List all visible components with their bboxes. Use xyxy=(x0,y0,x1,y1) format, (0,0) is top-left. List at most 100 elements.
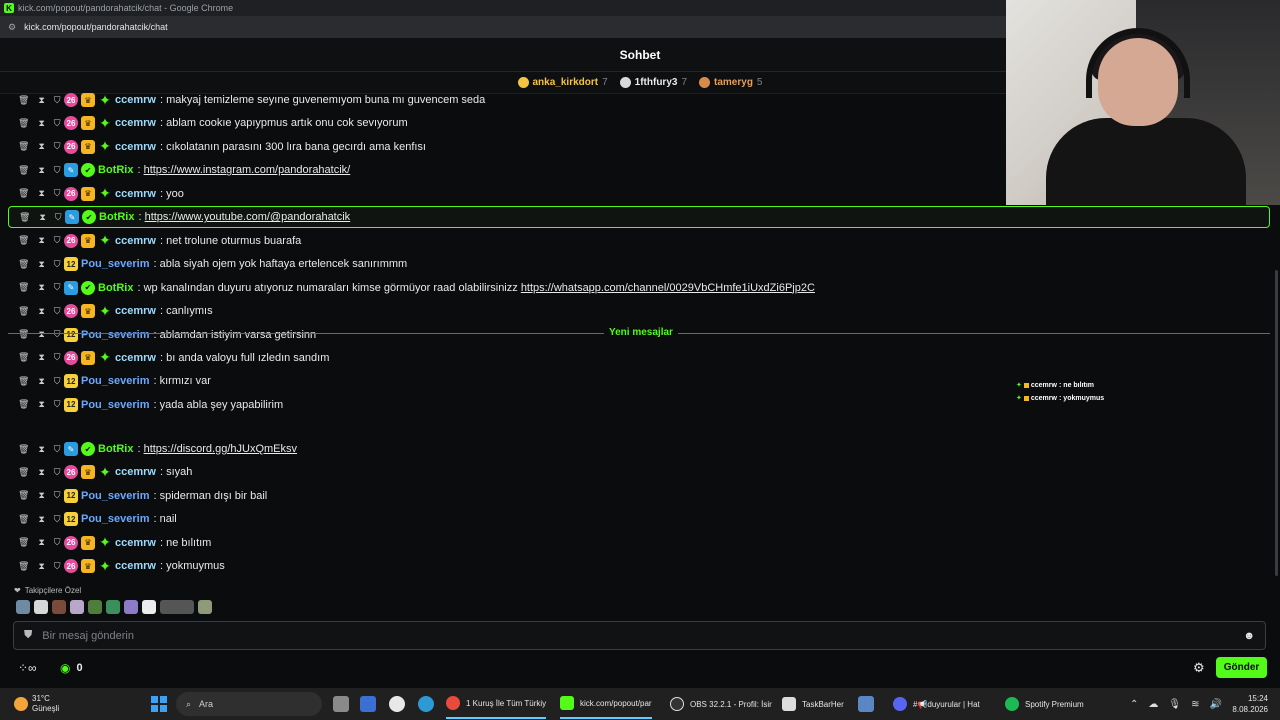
chat-message[interactable]: 🗑 ⧗ ⛉ 26 ♛ ✦ ccemrw: net trolune oturmus buara… xyxy=(8,230,301,252)
chat-message[interactable]: 🗑 ⧗ ⛉ 12 Pou_severim: nail xyxy=(8,508,177,530)
message-username[interactable]: BotRix xyxy=(98,443,133,455)
taskbar-app-taskbarhero[interactable]: TaskBarHer xyxy=(782,697,844,711)
chatgpt-icon[interactable] xyxy=(389,696,405,712)
timeout-icon[interactable]: ⧗ xyxy=(38,399,44,410)
ban-icon[interactable]: ⛉ xyxy=(54,490,61,501)
timeout-icon[interactable]: ⧗ xyxy=(39,212,45,223)
timeout-icon[interactable]: ⧗ xyxy=(38,329,44,340)
settings-gear-icon[interactable]: ⚙ xyxy=(1193,660,1205,676)
message-link[interactable]: https://www.instagram.com/pandorahatcik/ xyxy=(144,164,351,176)
delete-icon[interactable]: 🗑 xyxy=(18,306,29,317)
delete-icon[interactable]: 🗑 xyxy=(18,376,29,387)
ban-icon[interactable]: ⛉ xyxy=(54,537,61,548)
message-username[interactable]: ccemrw xyxy=(115,466,156,478)
delete-icon[interactable]: 🗑 xyxy=(18,165,29,176)
delete-icon[interactable]: 🗑 xyxy=(18,352,29,363)
cloud-icon[interactable]: ☁ xyxy=(1148,699,1158,710)
chat-message[interactable]: 🗑 ⧗ ⛉ ✎ ✔ BotRix: https://discord.gg/hJUxQmEk… xyxy=(8,438,297,460)
chat-message[interactable]: 🗑 ⧗ ⛉ 26 ♛ ✦ ccemrw: bı anda valoyu full ızled… xyxy=(8,347,329,369)
delete-icon[interactable]: 🗑 xyxy=(18,188,29,199)
ban-icon[interactable]: ⛉ xyxy=(54,259,61,270)
taskbar-app-discord[interactable]: #📢duyurular | Hat xyxy=(893,697,980,711)
chat-message[interactable]: 🗑 ⧗ ⛉ 12 Pou_severim: kırmızı var xyxy=(8,370,211,392)
timeout-icon[interactable]: ⧗ xyxy=(38,95,44,106)
chat-message[interactable]: 🗑 ⧗ ⛉ 12 Pou_severim: spiderman dışı bir bai… xyxy=(8,485,267,507)
message-username[interactable]: ccemrw xyxy=(115,352,156,364)
emote-icon[interactable] xyxy=(198,600,212,614)
timeout-icon[interactable]: ⧗ xyxy=(38,444,44,455)
message-username[interactable]: ccemrw xyxy=(115,94,156,106)
timeout-icon[interactable]: ⧗ xyxy=(38,490,44,501)
ban-icon[interactable]: ⛉ xyxy=(54,561,61,572)
delete-icon[interactable]: 🗑 xyxy=(18,561,29,572)
emote-icon[interactable] xyxy=(52,600,66,614)
ban-icon[interactable]: ⛉ xyxy=(54,467,61,478)
site-info-icon[interactable]: ⚙ xyxy=(8,22,16,33)
emote-icon[interactable] xyxy=(124,600,138,614)
taskbar-app-obs[interactable]: OBS 32.2.1 - Profil: İsir xyxy=(670,697,772,711)
message-username[interactable]: ccemrw xyxy=(115,188,156,200)
ban-icon[interactable]: ⛉ xyxy=(54,141,61,152)
wifi-icon[interactable]: ≋ xyxy=(1191,699,1199,710)
taskbar-search[interactable]: ⌕ Ara xyxy=(176,692,322,716)
ban-icon[interactable]: ⛉ xyxy=(54,352,61,363)
delete-icon[interactable]: 🗑 xyxy=(18,259,29,270)
emoji-picker-icon[interactable]: ☻ xyxy=(1243,630,1255,642)
gifter-3[interactable]: tameryg 5 xyxy=(699,77,762,88)
message-username[interactable]: ccemrw xyxy=(115,141,156,153)
message-username[interactable]: ccemrw xyxy=(115,117,156,129)
chat-message[interactable]: 🗑 ⧗ ⛉ 12 Pou_severim: ablamdan istiyim varsa… xyxy=(8,324,316,346)
message-link[interactable]: https://www.youtube.com/@pandorahatcik xyxy=(145,211,351,223)
infinity-icon[interactable]: ⁘∞ xyxy=(18,661,37,675)
chat-scrollbar[interactable] xyxy=(1275,270,1278,576)
delete-icon[interactable]: 🗑 xyxy=(18,514,29,525)
delete-icon[interactable]: 🗑 xyxy=(19,212,30,223)
message-username[interactable]: BotRix xyxy=(98,164,133,176)
message-username[interactable]: ccemrw xyxy=(115,537,156,549)
chat-message[interactable]: 🗑 ⧗ ⛉ 26 ♛ ✦ ccemrw: yokmuymus xyxy=(8,555,225,577)
timeout-icon[interactable]: ⧗ xyxy=(38,165,44,176)
taskbar-app-spotify[interactable]: Spotify Premium xyxy=(1005,697,1084,711)
emote-icon[interactable] xyxy=(106,600,120,614)
timeout-icon[interactable]: ⧗ xyxy=(38,561,44,572)
message-link[interactable]: https://discord.gg/hJUxQmEksv xyxy=(144,443,297,455)
chat-message[interactable]: 🗑 ⧗ ⛉ ✎ ✔ BotRix: wp kanalından duyuru atıyor… xyxy=(8,277,815,299)
taskbar-app-kick[interactable]: kick.com/popout/par xyxy=(560,689,652,719)
message-username[interactable]: Pou_severim xyxy=(81,490,149,502)
message-username[interactable]: ccemrw xyxy=(115,305,156,317)
delete-icon[interactable]: 🗑 xyxy=(18,444,29,455)
delete-icon[interactable]: 🗑 xyxy=(18,282,29,293)
chat-message[interactable]: 🗑 ⧗ ⛉ 26 ♛ ✦ ccemrw: yoo xyxy=(8,183,184,205)
channel-points[interactable]: ◉ 0 xyxy=(60,661,83,675)
ban-icon[interactable]: ⛉ xyxy=(54,95,61,106)
message-username[interactable]: Pou_severim xyxy=(81,375,149,387)
volume-icon[interactable]: 🔊 xyxy=(1209,699,1221,710)
ban-icon[interactable]: ⛉ xyxy=(54,329,61,340)
chat-message[interactable]: 🗑 ⧗ ⛉ 26 ♛ ✦ ccemrw: makyaj temizleme seyıne g… xyxy=(8,89,485,111)
edge-icon[interactable] xyxy=(418,696,434,712)
windows-start-icon[interactable] xyxy=(151,696,167,712)
chat-message[interactable]: 🗑 ⧗ ⛉ 26 ♛ ✦ ccemrw: cıkolatanın parasını 300 … xyxy=(8,136,426,158)
timeout-icon[interactable]: ⧗ xyxy=(38,188,44,199)
store-icon[interactable] xyxy=(360,696,376,712)
send-button[interactable]: Gönder xyxy=(1216,657,1267,678)
microphone-icon[interactable]: 🎙 xyxy=(1168,699,1181,710)
message-username[interactable]: BotRix xyxy=(98,282,133,294)
gifter-2[interactable]: 1fthfury3 7 xyxy=(619,77,687,88)
chat-message[interactable]: 🗑 ⧗ ⛉ 26 ♛ ✦ ccemrw: sıyah xyxy=(8,461,192,483)
chat-input-box[interactable]: ⛊ ☻ xyxy=(13,621,1266,650)
emote-icon[interactable] xyxy=(16,600,30,614)
timeout-icon[interactable]: ⧗ xyxy=(38,235,44,246)
timeout-icon[interactable]: ⧗ xyxy=(38,306,44,317)
timeout-icon[interactable]: ⧗ xyxy=(38,259,44,270)
delete-icon[interactable]: 🗑 xyxy=(18,467,29,478)
message-username[interactable]: Pou_severim xyxy=(81,399,149,411)
chat-message[interactable]: 🗑 ⧗ ⛉ 12 Pou_severim: abla siyah ojem yok ha… xyxy=(8,253,407,275)
settings-app-icon[interactable] xyxy=(858,696,874,712)
delete-icon[interactable]: 🗑 xyxy=(18,141,29,152)
delete-icon[interactable]: 🗑 xyxy=(18,399,29,410)
timeout-icon[interactable]: ⧗ xyxy=(38,537,44,548)
emote-icon[interactable] xyxy=(70,600,84,614)
message-username[interactable]: Pou_severim xyxy=(81,329,149,341)
emote-icon[interactable] xyxy=(160,600,194,614)
